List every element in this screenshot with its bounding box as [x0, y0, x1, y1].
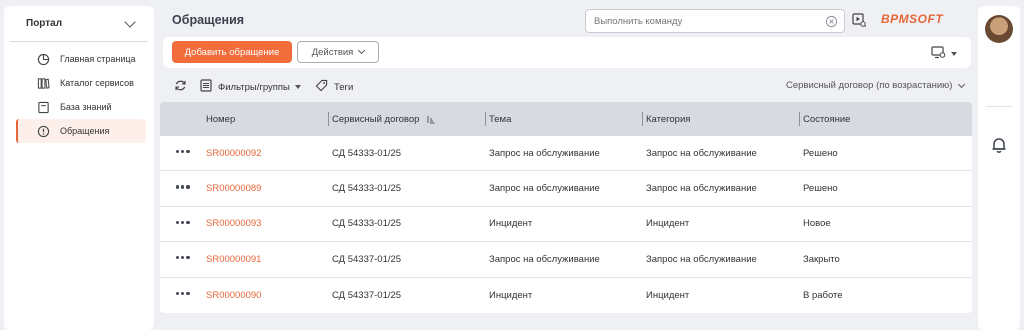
request-number-link[interactable]: SR00000089 [206, 171, 261, 205]
category-cell: Запрос на обслуживание [646, 253, 757, 265]
command-input[interactable] [594, 15, 818, 27]
requests-table: Номер Сервисный договор Тема Категория С… [160, 102, 972, 313]
column-separator [328, 112, 329, 126]
contract-cell: СД 54337-01/25 [332, 253, 402, 265]
column-separator [485, 112, 486, 126]
category-cell: Инцидент [646, 218, 690, 230]
command-field[interactable] [585, 9, 845, 33]
status-cell: Новое [803, 218, 831, 230]
caret-down-icon [951, 52, 957, 56]
catalog-icon [36, 76, 50, 90]
column-separator [799, 112, 800, 126]
contract-cell: СД 54333-01/25 [332, 183, 402, 195]
filter-icon [200, 79, 212, 95]
tags-label: Теги [334, 81, 354, 93]
refresh-icon[interactable] [174, 79, 187, 95]
sidebar-item-label: База знаний [60, 102, 112, 112]
pie-chart-icon [36, 52, 50, 66]
table-header: Номер Сервисный договор Тема Категория С… [160, 102, 972, 136]
contract-cell: СД 54333-01/25 [332, 147, 402, 159]
contract-cell: СД 54337-01/25 [332, 289, 402, 301]
subject-cell: Инцидент [489, 289, 533, 301]
right-rail [978, 6, 1020, 330]
portal-section-title: Портал [26, 18, 63, 29]
sort-ascending-icon [426, 115, 435, 124]
status-cell: В работе [803, 289, 843, 301]
sort-selector[interactable]: Сервисный договор (по возрастанию) [786, 80, 966, 91]
toolbar: Добавить обращение Действия [163, 37, 971, 68]
subject-cell: Инцидент [489, 218, 533, 230]
status-cell: Решено [803, 183, 838, 195]
avatar[interactable] [985, 15, 1013, 43]
bell-icon[interactable] [989, 135, 1009, 158]
subject-cell: Запрос на обслуживание [489, 183, 600, 195]
row-menu-icon[interactable] [176, 291, 190, 295]
actions-button[interactable]: Действия [297, 41, 379, 63]
sidebar-item-label: Главная страница [60, 54, 136, 64]
portal-section-header[interactable]: Портал [10, 6, 148, 42]
chevron-down-icon [358, 46, 366, 55]
tag-icon [315, 79, 328, 95]
chevron-down-icon[interactable] [124, 15, 136, 28]
caret-down-icon [294, 85, 301, 89]
book-icon [36, 100, 50, 114]
tags-button[interactable]: Теги [315, 79, 353, 95]
subject-cell: Запрос на обслуживание [489, 253, 600, 265]
category-cell: Запрос на обслуживание [646, 183, 757, 195]
table-row[interactable]: SR00000091 СД 54337-01/25 Запрос на обсл… [160, 242, 972, 278]
clear-icon[interactable] [825, 15, 838, 31]
add-request-button[interactable]: Добавить обращение [172, 41, 292, 63]
sidebar-item-knowledge-base[interactable]: База знаний [16, 95, 146, 119]
filters-label: Фильтры/группы [218, 81, 290, 93]
rail-divider [986, 106, 1012, 107]
brand-logo: BPMSOFT [881, 12, 944, 26]
row-menu-icon[interactable] [176, 150, 190, 154]
column-header-subject[interactable]: Тема [485, 102, 511, 136]
sort-label: Сервисный договор (по возрастанию) [786, 80, 953, 91]
sidebar-item-requests[interactable]: Обращения [16, 119, 146, 143]
request-number-link[interactable]: SR00000091 [206, 242, 261, 276]
status-cell: Закрыто [803, 253, 840, 265]
request-number-link[interactable]: SR00000090 [206, 278, 261, 313]
table-row[interactable]: SR00000090 СД 54337-01/25 Инцидент Инцид… [160, 278, 972, 313]
play-video-icon[interactable] [852, 13, 866, 30]
subject-cell: Запрос на обслуживание [489, 147, 600, 159]
column-header-contract[interactable]: Сервисный договор [328, 102, 435, 136]
filters-groups-button[interactable]: Фильтры/группы [200, 79, 301, 95]
monitor-settings-icon [931, 46, 946, 62]
view-settings-button[interactable] [931, 46, 957, 62]
request-number-link[interactable]: SR00000093 [206, 207, 261, 241]
sidebar-item-label: Каталог сервисов [60, 78, 134, 88]
sidebar-item-home[interactable]: Главная страница [16, 47, 146, 71]
actions-label: Действия [311, 46, 354, 58]
table-row[interactable]: SR00000093 СД 54333-01/25 Инцидент Инцид… [160, 207, 972, 243]
sidebar: Портал Главная страница Каталог сервисов… [4, 6, 154, 330]
alert-circle-icon [36, 124, 50, 138]
status-cell: Решено [803, 147, 838, 159]
request-number-link[interactable]: SR00000092 [206, 136, 261, 170]
category-cell: Инцидент [646, 289, 690, 301]
column-header-number[interactable]: Номер [206, 102, 235, 136]
category-cell: Запрос на обслуживание [646, 147, 757, 159]
contract-cell: СД 54333-01/25 [332, 218, 402, 230]
page-title: Обращения [172, 13, 245, 27]
column-header-status[interactable]: Состояние [799, 102, 850, 136]
column-separator [642, 112, 643, 126]
table-row[interactable]: SR00000092 СД 54333-01/25 Запрос на обсл… [160, 136, 972, 172]
chevron-down-icon [958, 80, 966, 88]
sidebar-nav: Главная страница Каталог сервисов База з… [4, 42, 154, 143]
column-header-category[interactable]: Категория [642, 102, 690, 136]
row-menu-icon[interactable] [176, 220, 190, 224]
sidebar-item-catalog[interactable]: Каталог сервисов [16, 71, 146, 95]
row-menu-icon[interactable] [176, 185, 190, 189]
row-menu-icon[interactable] [176, 256, 190, 260]
sidebar-item-label: Обращения [60, 126, 110, 136]
table-row[interactable]: SR00000089 СД 54333-01/25 Запрос на обсл… [160, 171, 972, 207]
